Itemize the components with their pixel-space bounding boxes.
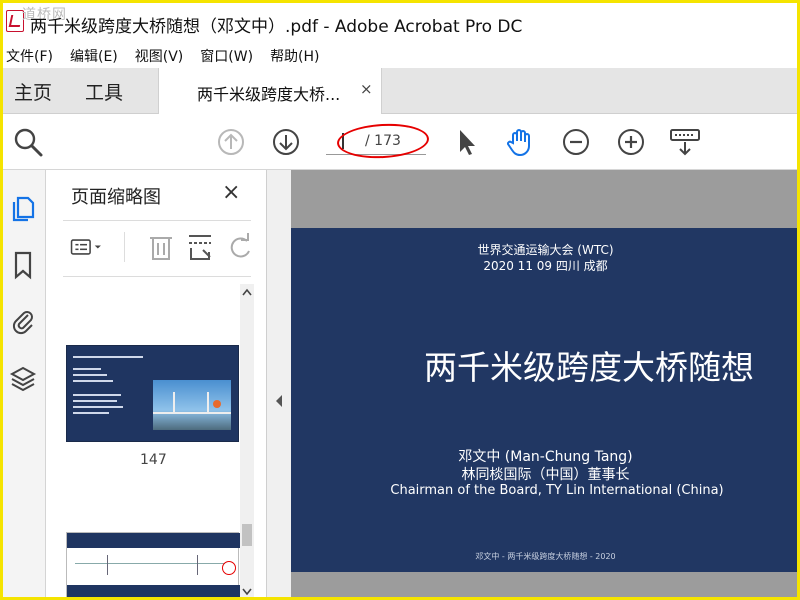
panel-title: 页面缩略图 (71, 187, 161, 208)
panel-divider (63, 276, 251, 277)
attachment-icon[interactable] (9, 306, 37, 336)
slide-title: 两千米级跨度大桥随想 (424, 348, 754, 387)
page-thumbnails-panel: 页面缩略图 × 147 (46, 170, 267, 600)
delete-page-icon[interactable] (144, 230, 178, 264)
pages-icon[interactable] (9, 192, 37, 222)
tab-document-label: 两千米级跨度大桥... (197, 85, 341, 104)
tab-close-button[interactable]: × (360, 80, 373, 98)
hand-tool-icon[interactable] (504, 125, 538, 159)
document-view[interactable]: 世界交通运输大会 (WTC) 2020 11 09 四川 成都 两千米级跨度大桥… (291, 170, 800, 600)
extract-page-icon[interactable] (183, 230, 217, 264)
rotate-page-icon[interactable] (223, 230, 257, 264)
scroll-down-icon[interactable] (242, 588, 252, 596)
collapse-left-icon[interactable] (274, 394, 284, 408)
thumbnail-options-icon[interactable] (70, 230, 104, 264)
panel-close-button[interactable]: × (222, 180, 240, 205)
tab-tools[interactable]: 工具 (85, 78, 123, 105)
slide-date-place: 2020 11 09 四川 成都 (483, 259, 608, 273)
page-thumbnail-148[interactable] (66, 532, 240, 600)
previous-page-icon[interactable] (214, 125, 248, 159)
menu-help[interactable]: 帮助(H) (270, 46, 319, 66)
navigation-rail (0, 170, 46, 600)
zoom-in-icon[interactable] (614, 125, 648, 159)
thumbnail-list: 147 (46, 278, 251, 600)
slide-conference: 世界交通运输大会 (WTC) (477, 243, 614, 257)
bridge-photo (153, 380, 231, 430)
menu-edit[interactable]: 编辑(E) (70, 46, 118, 66)
scroll-thumb[interactable] (242, 524, 252, 546)
keyboard-scroll-icon[interactable] (668, 125, 702, 159)
tab-document[interactable]: 两千米级跨度大桥... × (158, 68, 382, 114)
menu-file[interactable]: 文件(F) (6, 46, 53, 66)
page-thumbnail-147[interactable] (66, 345, 239, 442)
toolbar-divider (124, 232, 125, 262)
slide-footer: 邓文中 - 两千米级跨度大桥随想 - 2020 (475, 552, 616, 561)
tab-bar: 主页 工具 两千米级跨度大桥... × (0, 68, 800, 114)
tab-home[interactable]: 主页 (14, 78, 52, 105)
layers-icon[interactable] (9, 364, 37, 394)
slide-role: Chairman of the Board, TY Lin Internatio… (390, 483, 724, 498)
menu-bar: 文件(F) 编辑(E) 视图(V) 窗口(W) 帮助(H) (0, 44, 800, 68)
pdf-page: 世界交通运输大会 (WTC) 2020 11 09 四川 成都 两千米级跨度大桥… (291, 228, 800, 572)
next-page-icon[interactable] (269, 125, 303, 159)
title-bar: 道桥网 两千米级跨度大桥随想（邓文中）.pdf - Adobe Acrobat … (0, 0, 800, 44)
window-title: 两千米级跨度大桥随想（邓文中）.pdf - Adobe Acrobat Pro … (30, 17, 523, 37)
panel-collapse-strip[interactable] (267, 170, 291, 600)
thumbnail-scrollbar[interactable] (240, 284, 254, 600)
select-arrow-icon[interactable] (451, 125, 485, 159)
search-icon[interactable] (11, 125, 45, 159)
panel-divider (63, 220, 251, 221)
slide-organization: 林同棪国际（中国）董事长 (461, 467, 630, 483)
thumbnail-page-label: 147 (140, 452, 167, 468)
menu-view[interactable]: 视图(V) (135, 46, 184, 66)
menu-window[interactable]: 窗口(W) (200, 46, 253, 66)
bookmark-icon[interactable] (9, 250, 37, 280)
scroll-up-icon[interactable] (242, 288, 252, 296)
zoom-out-icon[interactable] (559, 125, 593, 159)
slide-author: 邓文中 (Man-Chung Tang) (458, 449, 633, 465)
